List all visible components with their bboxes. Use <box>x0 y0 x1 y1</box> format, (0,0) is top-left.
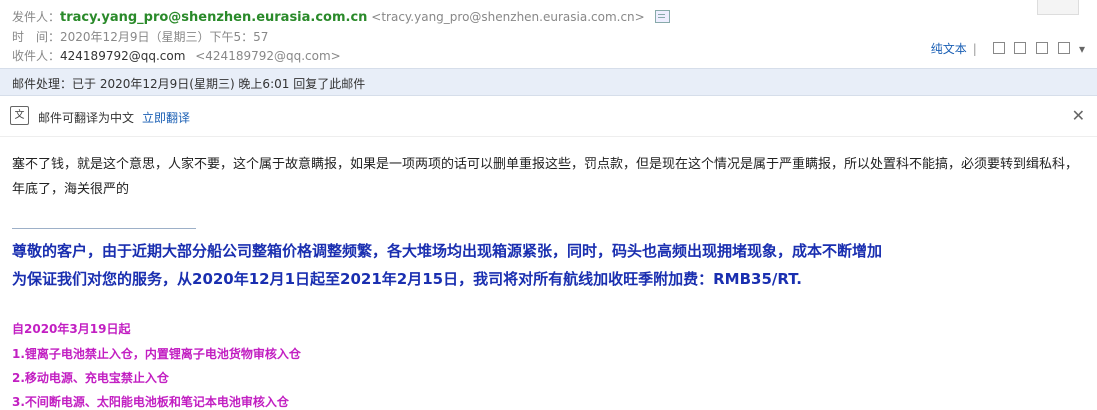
pink-line-2: 1.锂离子电池禁止入仓，内置锂离子电池货物审核入仓 <box>12 347 301 361</box>
contact-card-icon[interactable] <box>654 10 670 23</box>
toolbar-separator: | <box>972 42 977 56</box>
view-source-icon[interactable] <box>1058 42 1071 54</box>
new-window-icon[interactable] <box>992 42 1005 54</box>
translate-bar: 文 邮件可翻译为中文 立即翻译 ✕ <box>0 96 1097 137</box>
download-icon[interactable] <box>1036 42 1049 54</box>
pink-line-3: 2.移动电源、充电宝禁止入仓 <box>12 371 169 385</box>
sender-avatar <box>1037 0 1079 15</box>
print-icon[interactable] <box>1014 42 1027 54</box>
translate-now-link[interactable]: 立即翻译 <box>142 111 190 125</box>
plain-text-button[interactable]: 纯文本 <box>931 42 967 56</box>
mail-process-bar: 邮件处理：已于 2020年12月9日(星期三) 晚上6:01 回复了此邮件 <box>0 68 1097 96</box>
time-label: 时 间： <box>12 30 61 44</box>
to-row: 收件人：424189792@qq.com <424189792@qq.com> <box>12 47 341 64</box>
translate-icon: 文 <box>10 106 29 125</box>
divider <box>12 228 196 229</box>
notice-line-1: 尊敬的客户，由于近期大部分船公司整箱价格调整频繁，各大堆场均出现箱源紧张，同时，… <box>12 242 883 260</box>
translate-message: 邮件可翻译为中文 <box>38 111 135 125</box>
close-icon[interactable]: ✕ <box>1072 106 1085 125</box>
notice-line-2: 为保证我们对您的服务，从2020年12月1日起至2021年2月15日，我司将对所… <box>12 270 802 288</box>
mail-header: 发件人：tracy.yang_pro@shenzhen.eurasia.com.… <box>0 0 1097 68</box>
to-name[interactable]: 424189792@qq.com <box>60 49 185 63</box>
mail-toolbar: 纯文本 | ▾ <box>931 40 1085 57</box>
from-name[interactable]: tracy.yang_pro@shenzhen.eurasia.com.cn <box>60 10 367 25</box>
mail-body-paragraph: 塞不了钱，就是这个意思，人家不要，这个属于故意瞒报，如果是一项两项的话可以删单重… <box>12 157 1079 197</box>
pink-line-1: 自2020年3月19日起 <box>12 322 131 336</box>
from-address: <tracy.yang_pro@shenzhen.eurasia.com.cn> <box>371 10 645 24</box>
time-value: 2020年12月9日（星期三）下午5：57 <box>60 30 269 44</box>
process-text: 邮件处理：已于 2020年12月9日(星期三) 晚上6:01 回复了此邮件 <box>12 77 366 91</box>
to-label: 收件人： <box>12 49 61 63</box>
from-label: 发件人： <box>12 10 61 24</box>
to-address: <424189792@qq.com> <box>195 49 341 63</box>
from-row: 发件人：tracy.yang_pro@shenzhen.eurasia.com.… <box>12 8 670 25</box>
more-options-icon[interactable]: ▾ <box>1079 42 1085 56</box>
time-row: 时 间：2020年12月9日（星期三）下午5：57 <box>12 28 268 45</box>
translate-text: 邮件可翻译为中文 立即翻译 <box>38 109 190 126</box>
